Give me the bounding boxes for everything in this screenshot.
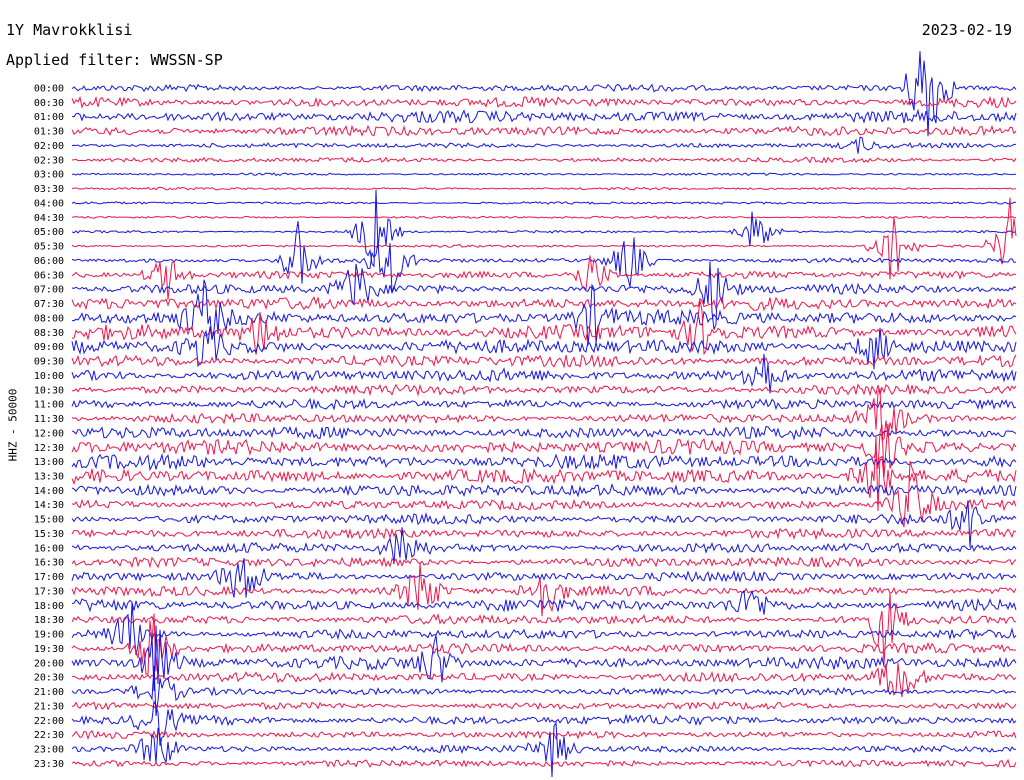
trace-row: [71, 425, 1017, 441]
trace-row: [71, 124, 1017, 137]
row-time-label: 10:30: [34, 385, 64, 396]
trace-row: [71, 482, 1017, 498]
row-time-label: 01:30: [34, 127, 64, 138]
row-time-label: 02:00: [34, 141, 64, 152]
row-time-label: 08:00: [34, 313, 64, 324]
trace-row: [71, 172, 1017, 177]
row-time-label: 16:00: [34, 543, 64, 554]
row-time-label: 10:00: [34, 371, 64, 382]
row-time-label: 13:30: [34, 471, 64, 482]
trace-row: [71, 729, 1017, 741]
row-time-label: 14:30: [34, 500, 64, 511]
row-time-label: 04:30: [34, 213, 64, 224]
trace-row: [71, 602, 1017, 656]
row-time-label: 08:30: [34, 328, 64, 339]
row-time-label: 12:30: [34, 443, 64, 454]
row-time-label: 05:30: [34, 242, 64, 253]
row-time-label: 15:30: [34, 529, 64, 540]
row-time-label: 06:00: [34, 256, 64, 267]
row-time-label: 18:00: [34, 601, 64, 612]
row-time-label: 11:00: [34, 400, 64, 411]
row-time-label: 00:00: [34, 84, 64, 95]
row-time-label: 05:00: [34, 227, 64, 238]
trace-row: [71, 666, 1017, 716]
trace-row: [71, 758, 1017, 768]
trace-row: [71, 721, 1017, 778]
row-time-label: 17:00: [34, 572, 64, 583]
row-time-label: 13:00: [34, 457, 64, 468]
trace-row: [71, 500, 1017, 548]
row-time-label: 07:30: [34, 299, 64, 310]
row-time-label: 03:00: [34, 170, 64, 181]
trace-row: [71, 435, 1017, 512]
row-time-label: 21:30: [34, 701, 64, 712]
row-time-label: 23:00: [34, 745, 64, 756]
row-time-label: 03:30: [34, 184, 64, 195]
trace-row: [71, 555, 1017, 569]
row-time-label: 00:30: [34, 98, 64, 109]
row-time-label: 17:30: [34, 586, 64, 597]
trace-row: [71, 201, 1017, 205]
row-time-label: 18:30: [34, 615, 64, 626]
row-time-label: 07:00: [34, 285, 64, 296]
row-time-label: 04:00: [34, 198, 64, 209]
tick-label-group: 00:00 00:30 01:00 01:30 02:00 02:30 03:00 03:30…: [34, 84, 64, 770]
row-time-label: 16:30: [34, 558, 64, 569]
trace-row: [71, 296, 1017, 312]
row-time-label: 01:00: [34, 112, 64, 123]
trace-row: [71, 197, 1017, 280]
row-time-label: 22:00: [34, 716, 64, 727]
trace-row: [71, 108, 1017, 124]
trace-row: [71, 701, 1017, 711]
row-time-label: 22:30: [34, 730, 64, 741]
trace-row: [71, 593, 1017, 665]
row-time-label: 19:00: [34, 630, 64, 641]
trace-row: [71, 699, 1017, 746]
row-time-label: 14:00: [34, 486, 64, 497]
trace-row: [71, 136, 1016, 154]
row-time-label: 21:00: [34, 687, 64, 698]
trace-row: [71, 51, 1017, 137]
row-time-label: 20:30: [34, 673, 64, 684]
trace-row: [71, 189, 1017, 268]
trace-row: [71, 261, 1017, 330]
trace-row: [71, 186, 1017, 191]
row-time-label: 19:30: [34, 644, 64, 655]
row-time-label: 20:00: [34, 658, 64, 669]
row-time-label: 12:00: [34, 428, 64, 439]
trace-row: [72, 215, 1017, 220]
trace-row: [71, 383, 1017, 397]
row-time-label: 15:00: [34, 515, 64, 526]
trace-row: [71, 156, 1017, 164]
trace-group: [71, 51, 1017, 778]
row-time-label: 06:30: [34, 270, 64, 281]
row-time-label: 23:30: [34, 759, 64, 770]
trace-row: [71, 526, 1017, 541]
row-time-label: 11:30: [34, 414, 64, 425]
row-time-label: 02:30: [34, 155, 64, 166]
helicorder-plot: 00:00 00:30 01:00 01:30 02:00 02:30 03:00 03:30…: [34, 51, 1017, 778]
row-time-label: 09:00: [34, 342, 64, 353]
row-time-label: 09:30: [34, 357, 64, 368]
trace-row: [71, 95, 1017, 109]
